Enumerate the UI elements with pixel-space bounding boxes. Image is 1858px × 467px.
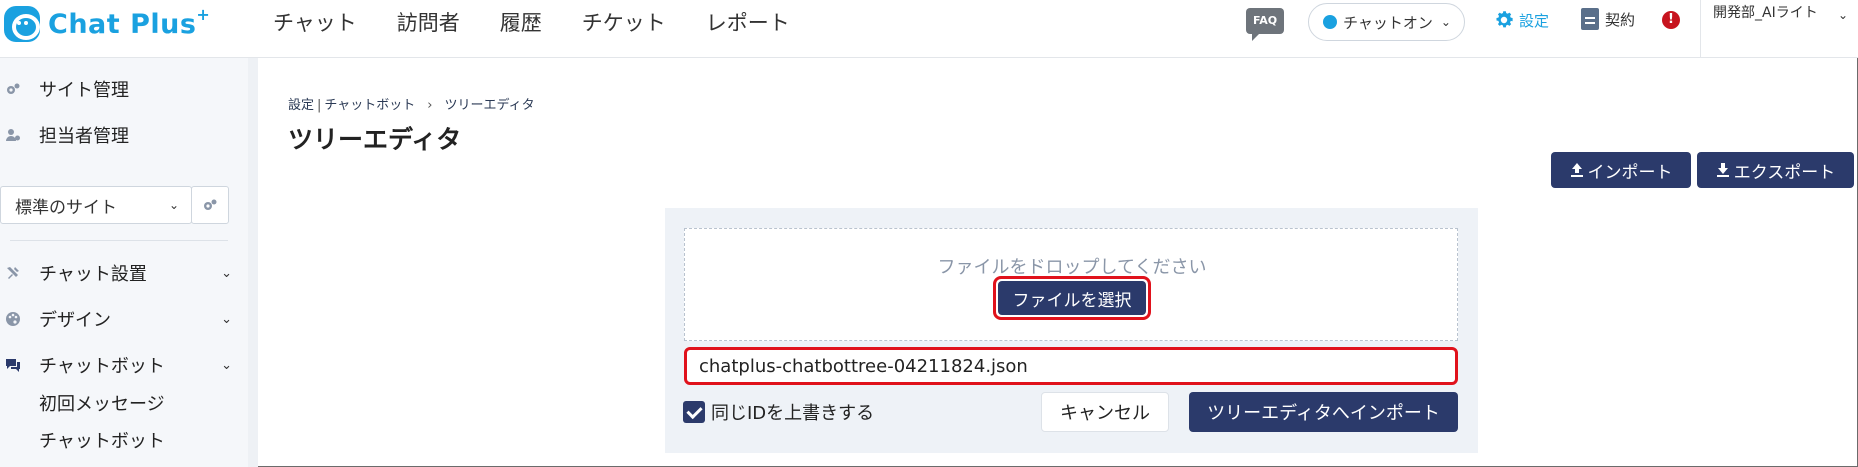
main-nav: チャット 訪問者 履歴 チケット レポート [273,0,830,44]
chevron-down-icon: ⌄ [221,311,232,327]
chevron-down-icon: ⌄ [221,357,232,373]
sidebar-subitem-first-message[interactable]: 初回メッセージ [39,390,165,416]
sidebar-item-label: チャット設置 [39,264,147,285]
gears-icon [204,199,217,210]
sidebar-item-label: サイト管理 [39,80,129,101]
sidebar-item-chat-setup[interactable]: チャット設置 ⌄ [0,258,240,288]
settings-label: 設定 [1519,11,1550,30]
upload-icon [1570,162,1584,178]
gear-icon [1493,9,1515,31]
contract-link[interactable]: 契約 [1581,8,1635,30]
chat-status-dropdown[interactable]: チャットオン ⌄ [1308,3,1465,41]
sidebar-item-design[interactable]: デザイン ⌄ [0,304,240,334]
import-label: インポート [1587,162,1673,183]
nav-visitors[interactable]: 訪問者 [397,7,460,37]
settings-link[interactable]: 設定 [1493,9,1549,31]
chevron-down-icon: ⌄ [169,198,180,212]
tools-icon [5,265,21,281]
chat-logo-icon [4,6,40,42]
cancel-button[interactable]: キャンセル [1041,392,1169,432]
chat-status-label: チャットオン [1343,13,1433,32]
header-divider [1700,0,1701,57]
site-select[interactable]: 標準のサイト ⌄ [0,186,192,224]
sidebar-item-site-management[interactable]: サイト管理 [0,74,240,104]
palette-icon [5,311,21,327]
download-icon [1716,162,1730,178]
top-header: Chat Plus+ チャット 訪問者 履歴 チケット レポート FAQ チャッ… [0,0,1858,58]
select-file-button[interactable]: ファイルを選択 [993,276,1151,320]
import-button[interactable]: インポート [1551,152,1691,188]
logo[interactable]: Chat Plus+ [4,4,210,44]
faq-icon[interactable]: FAQ [1246,8,1284,41]
alert-icon[interactable]: ! [1662,11,1680,29]
page-title: ツリーエディタ [288,125,462,154]
sidebar-item-staff-management[interactable]: 担当者管理 [0,120,240,150]
sidebar-scrollbar[interactable] [248,58,258,467]
nav-chat[interactable]: チャット [273,7,357,37]
nav-tickets[interactable]: チケット [582,7,666,37]
breadcrumb: 設定 | チャットボット › ツリーエディタ [288,94,535,113]
document-icon [1581,8,1599,30]
breadcrumb-settings[interactable]: 設定 [288,98,314,113]
site-settings-button[interactable] [191,186,229,224]
nav-reports[interactable]: レポート [706,7,790,37]
user-menu[interactable]: 開発部_AIライト [1713,2,1823,24]
sidebar-item-label: チャットボット [39,356,165,377]
sidebar-item-label: 担当者管理 [39,126,129,147]
chevron-down-icon: ⌄ [1440,15,1451,29]
overwrite-checkbox[interactable] [683,401,705,423]
export-button[interactable]: エクスポート [1697,152,1854,188]
site-select-value: 標準のサイト [15,197,117,218]
status-dot-icon [1323,15,1337,29]
select-file-label: ファイルを選択 [998,281,1146,315]
breadcrumb-separator: › [427,98,433,113]
logo-text: Chat Plus+ [48,4,211,40]
import-to-tree-editor-button[interactable]: ツリーエディタへインポート [1189,392,1458,432]
sidebar-subitem-chatbot[interactable]: チャットボット [39,427,165,453]
sidebar-item-chatbot[interactable]: チャットボット ⌄ [0,350,240,380]
sidebar-item-label: デザイン [39,310,111,331]
nav-history[interactable]: 履歴 [500,7,542,37]
sidebar-divider [10,240,228,241]
gears-icon [5,81,21,97]
users-icon [5,127,21,143]
overwrite-checkbox-row[interactable]: 同じIDを上書きする [683,399,874,425]
breadcrumb-separator: | [317,98,322,113]
overwrite-label: 同じIDを上書きする [711,403,875,424]
contract-label: 契約 [1605,10,1636,29]
chevron-down-icon[interactable]: ⌄ [1838,8,1848,22]
export-label: エクスポート [1733,162,1836,183]
chevron-down-icon: ⌄ [221,265,232,281]
chat-bubbles-icon [5,357,21,373]
breadcrumb-chatbot[interactable]: チャットボット [324,98,415,113]
selected-file-field[interactable]: chatplus-chatbottree-04211824.json [684,347,1458,385]
breadcrumb-tree-editor: ツリーエディタ [444,98,535,113]
